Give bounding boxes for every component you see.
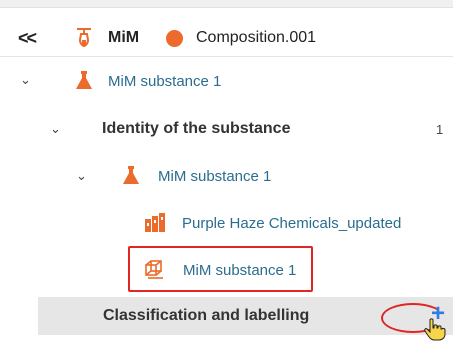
flask-icon (123, 166, 139, 184)
hand-pointer-icon (424, 318, 446, 341)
legal-entity-link[interactable]: Purple Haze Chemicals_updated (182, 215, 401, 232)
project-name[interactable]: MiM (108, 29, 139, 47)
flask-icon (76, 71, 92, 89)
header-bar: << MiM Composition.001 (0, 20, 453, 57)
tree-row-legal-entity[interactable]: Purple Haze Chemicals_updated (0, 205, 453, 243)
chevron-down-icon[interactable]: ⌄ (20, 72, 31, 88)
factory-icon (145, 213, 165, 232)
highlight-annotation (128, 246, 313, 292)
composition-name[interactable]: Composition.001 (196, 29, 316, 47)
composition-dot-icon (166, 30, 183, 47)
identity-count: 1 (436, 122, 444, 137)
tree-row-identity[interactable]: ⌄ Identity of the substance 1 (0, 110, 453, 150)
collapse-sidebar-button[interactable]: << (18, 28, 37, 49)
classification-section-title: Classification and labelling (103, 307, 310, 324)
tree-row-identity-substance[interactable]: ⌄ MiM substance 1 (0, 158, 453, 196)
mim-dossier-icon (77, 28, 91, 48)
identity-section-title: Identity of the substance (102, 120, 291, 137)
chevron-down-icon[interactable]: ⌄ (76, 168, 87, 184)
substance-link[interactable]: MiM substance 1 (108, 73, 221, 90)
top-border (0, 0, 453, 8)
identity-substance-link[interactable]: MiM substance 1 (158, 168, 271, 185)
chevron-down-icon[interactable]: ⌄ (50, 121, 61, 137)
tree-row-substance[interactable]: ⌄ MiM substance 1 (0, 62, 453, 100)
